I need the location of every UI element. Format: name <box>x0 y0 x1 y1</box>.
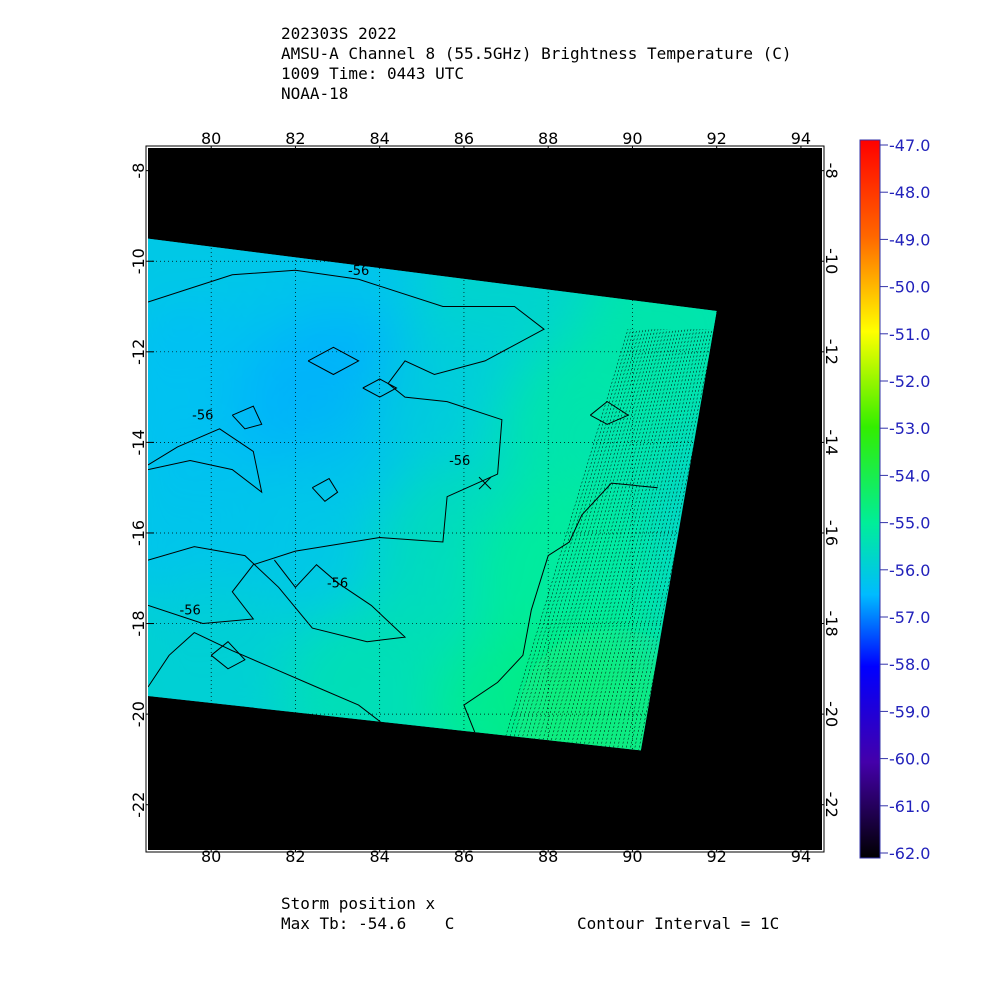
colorbar-tick-label-6: -53.0 <box>889 419 930 438</box>
y-tick-label-left-0: -8 <box>129 163 148 179</box>
colorbar-tick-label-2: -49.0 <box>889 230 930 249</box>
y-tick-label-left-3: -14 <box>129 429 148 455</box>
x-tick-label-bottom-5: 90 <box>622 847 642 866</box>
x-tick-label-top-4: 88 <box>538 129 558 148</box>
x-tick-label-top-3: 86 <box>454 129 474 148</box>
contour-interval-label: Contour Interval = 1C <box>577 914 780 933</box>
colorbar-tick-label-15: -62.0 <box>889 844 930 863</box>
storm-position-label: Storm position x <box>281 894 436 913</box>
x-tick-label-top-2: 84 <box>370 129 390 148</box>
x-tick-label-bottom-1: 82 <box>285 847 305 866</box>
x-tick-label-bottom-2: 84 <box>370 847 390 866</box>
colorbar-tick-label-5: -52.0 <box>889 372 930 391</box>
contour-label-2: -56 <box>449 454 470 469</box>
x-tick-label-top-5: 90 <box>622 129 642 148</box>
colorbar-tick-label-10: -57.0 <box>889 608 930 627</box>
y-tick-label-right-0: -8 <box>822 163 841 179</box>
colorbar-tick-label-0: -47.0 <box>889 136 930 155</box>
x-tick-label-top-0: 80 <box>201 129 221 148</box>
y-tick-label-right-4: -16 <box>822 520 841 546</box>
colorbar-tick-label-13: -60.0 <box>889 750 930 769</box>
y-tick-label-left-4: -16 <box>129 520 148 546</box>
y-tick-label-right-6: -20 <box>822 701 841 727</box>
brightness-temperature-map: -56 -56 -56 -56 -56 80 80 82 82 84 84 86 86 88 88 90 90… <box>129 129 930 866</box>
contour-label-0: -56 <box>348 264 369 279</box>
y-tick-label-left-7: -22 <box>129 792 148 818</box>
colorbar-ticks: -47.0 -48.0 -49.0 -50.0 -51.0 -52.0 -53.0 -54.0… <box>880 136 930 863</box>
max-tb-label: Max Tb: -54.6 C <box>281 914 455 933</box>
x-tick-label-top-7: 94 <box>791 129 811 148</box>
x-tick-label-bottom-4: 88 <box>538 847 558 866</box>
colorbar <box>859 139 881 859</box>
colorbar-tick-label-1: -48.0 <box>889 183 930 202</box>
y-tick-label-left-2: -12 <box>129 339 148 365</box>
y-tick-label-right-1: -10 <box>822 248 841 274</box>
y-tick-label-left-6: -20 <box>129 701 148 727</box>
colorbar-tick-label-7: -54.0 <box>889 466 930 485</box>
colorbar-tick-label-8: -55.0 <box>889 514 930 533</box>
x-tick-label-bottom-3: 86 <box>454 847 474 866</box>
colorbar-tick-label-3: -50.0 <box>889 278 930 297</box>
colorbar-tick-label-11: -58.0 <box>889 655 930 674</box>
y-tick-label-left-5: -18 <box>129 610 148 636</box>
contour-label-1: -56 <box>192 409 213 424</box>
y-tick-label-right-7: -22 <box>822 792 841 818</box>
x-tick-label-bottom-6: 92 <box>707 847 727 866</box>
contour-label-3: -56 <box>327 576 348 591</box>
y-tick-label-right-5: -18 <box>822 610 841 636</box>
colorbar-tick-label-9: -56.0 <box>889 561 930 580</box>
x-tick-label-top-6: 92 <box>707 129 727 148</box>
contour-label-4: -56 <box>180 603 201 618</box>
x-tick-label-top-1: 82 <box>285 129 305 148</box>
y-tick-label-right-2: -12 <box>822 339 841 365</box>
y-tick-label-right-3: -14 <box>822 429 841 455</box>
colorbar-tick-label-4: -51.0 <box>889 325 930 344</box>
y-tick-label-left-1: -10 <box>129 248 148 274</box>
colorbar-tick-label-14: -61.0 <box>889 797 930 816</box>
x-tick-label-bottom-0: 80 <box>201 847 221 866</box>
colorbar-tick-label-12: -59.0 <box>889 702 930 721</box>
x-tick-label-bottom-7: 94 <box>791 847 811 866</box>
